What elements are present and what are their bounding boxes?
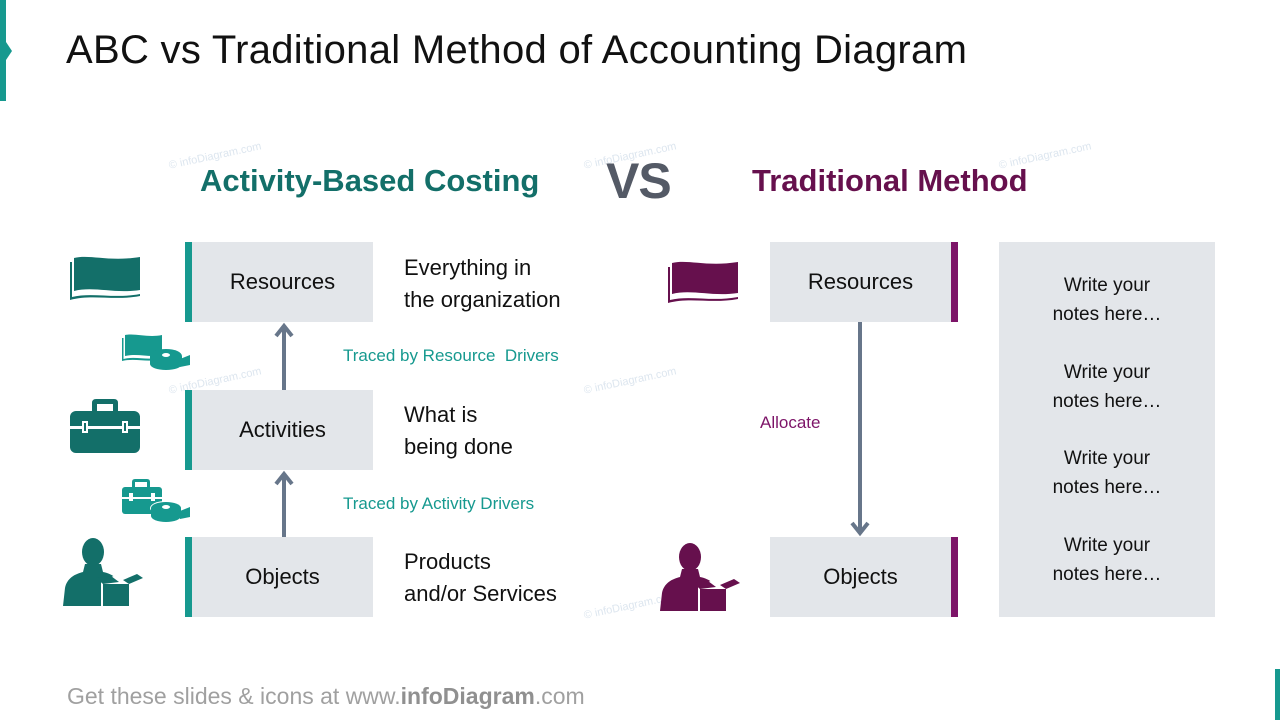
toolbox-measuring-tape-icon	[120, 478, 192, 526]
abc-resources-description: Everything in the organization	[404, 255, 561, 312]
corner-accent-bar	[1275, 669, 1280, 720]
traditional-objects-label: Objects	[823, 564, 898, 589]
abc-objects-label: Objects	[245, 564, 320, 589]
abc-objects-description: Products and/or Services	[404, 549, 557, 606]
activity-drivers-label: Traced by Activity Drivers	[343, 494, 535, 513]
flag-icon	[68, 254, 142, 302]
flag-measuring-tape-icon	[120, 333, 192, 371]
traditional-heading: Traditional Method	[752, 163, 1028, 198]
slide-title: ABC vs Traditional Method of Accounting …	[66, 28, 968, 72]
traditional-resources-label: Resources	[807, 269, 914, 294]
note-item[interactable]: Write your notes here…	[999, 358, 1215, 416]
resource-drivers-label: Traced by Resource Drivers	[343, 346, 559, 365]
toolbox-icon	[68, 397, 142, 455]
abc-arrow-activities-to-resources	[274, 322, 294, 390]
abc-activities-label: Activities	[239, 417, 326, 442]
person-with-box-icon	[63, 536, 147, 608]
watermark: © infoDiagram.com	[582, 365, 678, 397]
abc-resources-label: Resources	[229, 269, 336, 294]
person-with-box-icon	[660, 541, 744, 613]
note-item[interactable]: Write your notes here…	[999, 531, 1215, 589]
note-item[interactable]: Write your notes here…	[999, 271, 1215, 329]
footer-credit: Get these slides & icons at www.infoDiag…	[67, 683, 585, 709]
abc-activities-description: What is being done	[404, 402, 513, 459]
abc-activities-box: Activities	[185, 390, 373, 470]
traditional-resources-box: Resources	[770, 242, 958, 322]
traditional-objects-box: Objects	[770, 537, 958, 617]
abc-resources-box: Resources	[185, 242, 373, 322]
flag-icon	[666, 259, 740, 305]
vs-label: VS	[606, 153, 672, 209]
footer-brand: infoDiagram	[400, 683, 535, 709]
title-accent-notch	[6, 42, 12, 60]
abc-arrow-objects-to-activities	[274, 470, 294, 537]
allocate-label: Allocate	[760, 413, 821, 432]
abc-heading: Activity-Based Costing	[200, 163, 540, 198]
traditional-allocate-arrow	[850, 322, 870, 537]
notes-panel: Write your notes here… Write your notes …	[999, 242, 1215, 617]
abc-objects-box: Objects	[185, 537, 373, 617]
note-item[interactable]: Write your notes here…	[999, 444, 1215, 502]
